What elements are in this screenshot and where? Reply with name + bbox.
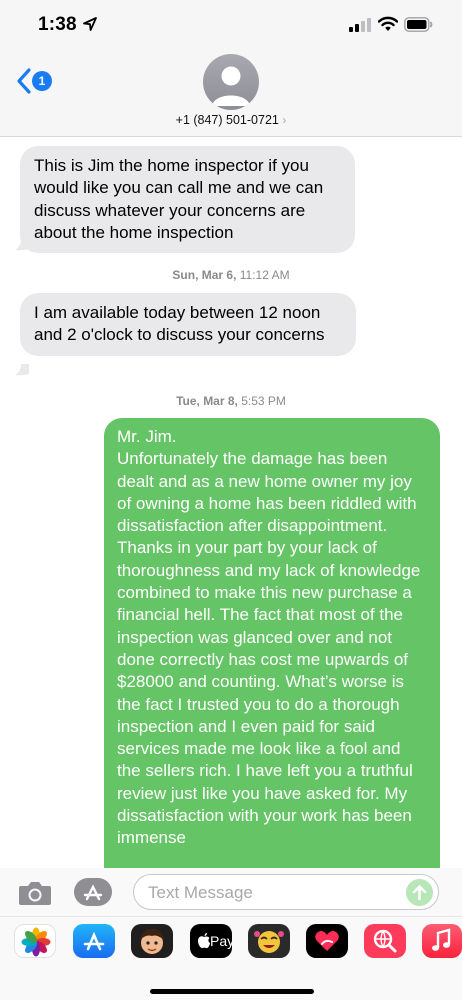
photos-icon [21, 927, 51, 957]
timestamp: Sun, Mar 6, 11:12 AM [0, 268, 462, 282]
wifi-icon [378, 16, 398, 31]
status-bar: 1:38 [0, 0, 462, 50]
message-thread[interactable]: This is Jim the home inspector if you wo… [0, 138, 462, 868]
app-store-icon [83, 931, 105, 951]
status-time: 1:38 [38, 14, 77, 35]
bubble-tail [15, 364, 29, 376]
message-text: This is Jim the home inspector if you wo… [34, 156, 324, 242]
contact-avatar[interactable] [203, 54, 259, 110]
music-app-icon[interactable] [422, 924, 462, 958]
battery-icon [404, 17, 433, 32]
message-text: I am available today between 12 noon and… [34, 303, 325, 345]
compose-bar: Text Message [0, 868, 462, 916]
message-input[interactable]: Text Message [133, 874, 439, 910]
contact-number: +1 (847) 501-0721 [175, 113, 279, 127]
sent-message[interactable]: Mr. Jim. Unfortunately the damage has be… [104, 418, 440, 868]
arrow-up-icon [412, 885, 427, 901]
camera-icon[interactable] [18, 880, 52, 906]
apple-pay-app-icon[interactable]: Pay [190, 924, 232, 958]
received-message[interactable]: I am available today between 12 noon and… [20, 293, 356, 356]
timestamp-time: 5:53 PM [241, 394, 286, 408]
apple-pay-label: Pay [210, 933, 232, 949]
cellular-signal-icon [349, 18, 371, 32]
location-arrow-icon [83, 17, 97, 31]
memoji-icon [140, 928, 164, 954]
timestamp-day: Sun, Mar 6, [172, 268, 237, 282]
received-message[interactable]: This is Jim the home inspector if you wo… [20, 146, 355, 254]
memoji-app-icon[interactable] [131, 924, 173, 958]
chevron-right-icon: › [282, 113, 287, 127]
back-chevron-icon[interactable] [16, 68, 32, 94]
message-input-placeholder: Text Message [148, 883, 253, 902]
home-indicator[interactable] [150, 989, 314, 994]
photos-app-icon[interactable] [14, 924, 56, 958]
app-store-icon [83, 884, 103, 901]
digital-touch-app-icon[interactable] [306, 924, 348, 958]
animoji-app-icon[interactable] [248, 924, 290, 958]
animoji-icon [254, 931, 284, 953]
images-search-app-icon[interactable] [364, 924, 406, 958]
send-button[interactable] [406, 879, 433, 906]
globe-search-icon [373, 929, 397, 953]
contact-name-button[interactable]: +1 (847) 501-0721 › [0, 113, 462, 127]
timestamp-day: Tue, Mar 8, [176, 394, 238, 408]
heart-hand-icon [315, 931, 339, 951]
person-icon [212, 66, 250, 106]
app-drawer: Pay [0, 916, 462, 1000]
bubble-tail [15, 239, 29, 251]
apps-button[interactable] [74, 878, 112, 906]
message-text: Mr. Jim. Unfortunately the damage has be… [117, 427, 421, 848]
unread-badge[interactable]: 1 [32, 71, 52, 91]
music-note-icon [432, 928, 451, 951]
timestamp-time: 11:12 AM [239, 268, 290, 282]
app-store-app-icon[interactable] [73, 924, 115, 958]
timestamp: Tue, Mar 8, 5:53 PM [0, 394, 462, 408]
